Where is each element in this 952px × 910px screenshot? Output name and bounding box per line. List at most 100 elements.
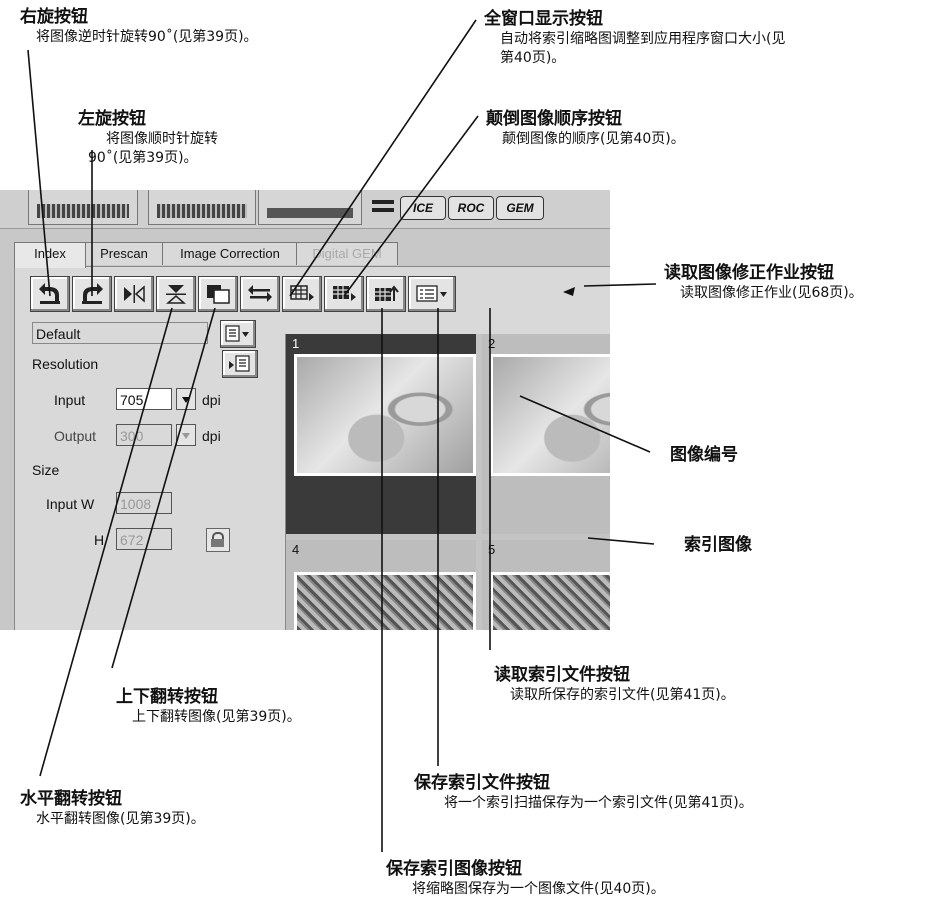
image-number: 1 [292,336,300,351]
graph-icon [37,204,129,218]
annotation-title: 左旋按钮 [78,109,146,129]
full-window-icon [207,285,230,304]
annotation-desc: 将一个索引扫描保存为一个索引文件(见第41页)。 [444,795,753,811]
annotation-load-index-file: 读取索引文件按钮 读取所保存的索引文件(见第41页)。 [494,664,735,705]
rotate-right-icon [82,283,103,304]
image-number: 2 [488,336,496,351]
input-resolution-field[interactable]: 705 [116,388,172,410]
save-index-file-icon [333,286,356,301]
annotation-desc: 将图像逆时针旋转90˚(见第39页)。 [36,29,258,45]
apply-list-icon [229,355,250,372]
annotation-rotate-left: 左旋按钮 将图像顺时针旋转 90˚(见第39页)。 [78,108,218,168]
index-image [294,354,476,476]
preset-menu-button[interactable] [220,320,256,348]
scanner-software-screenshot: ICE ROC GEM Index Prescan Image Correcti… [0,190,952,630]
save-index-image-button[interactable] [282,276,322,312]
load-index-file-button[interactable] [366,276,406,312]
reverse-order-button[interactable] [240,276,280,312]
output-resolution-dropdown[interactable] [176,424,196,446]
flip-vertical-icon [166,285,186,304]
output-unit-label: dpi [202,428,221,444]
tab-image-correction[interactable]: Image Correction [162,242,298,265]
thumbnail-frame[interactable]: 5 [482,540,610,630]
height-field[interactable]: 672 [116,528,172,550]
index-image [294,572,476,630]
output-resolution-label: Output [54,428,97,444]
toolbar-tab-button[interactable] [148,190,256,225]
input-resolution-label: Input [54,392,86,408]
tab-index[interactable]: Index [14,242,86,268]
rotate-right-button[interactable] [72,276,112,312]
top-toolbar: ICE ROC GEM [0,190,610,229]
annotation-desc: 第40页)。 [500,50,566,66]
apply-settings-button[interactable] [222,350,258,378]
annotation-title: 保存索引图像按钮 [386,859,522,879]
index-image [490,572,610,630]
equals-icon[interactable] [372,198,394,216]
annotation-title: 右旋按钮 [20,7,88,27]
toolbar-tab-button[interactable] [258,190,362,225]
index-thumbnail-grid: 1 2 4 5 [285,334,610,630]
annotation-rotate-right: 右旋按钮 将图像逆时针旋转90˚(见第39页)。 [20,6,258,47]
flip-vertical-button[interactable] [156,276,196,312]
height-label: H [94,532,105,548]
thumbnail-frame[interactable]: 2 [482,334,610,534]
output-resolution-field[interactable]: 300 [116,424,172,446]
annotation-title: 保存索引文件按钮 [414,773,550,793]
tab-prescan[interactable]: Prescan [84,242,164,265]
annotation-flip-horizontal: 水平翻转按钮 水平翻转图像(见第39页)。 [20,788,205,829]
aspect-lock-icon[interactable] [206,528,230,552]
histogram-icon [157,204,247,218]
annotation-desc: 自动将索引缩略图调整到应用程序窗口大小(见 [500,31,786,47]
annotation-title: 全窗口显示按钮 [484,9,603,29]
annotation-reverse-order: 颠倒图像顺序按钮 颠倒图像的顺序(见第40页)。 [486,108,685,149]
annotation-title: 读取索引文件按钮 [494,665,630,685]
annotation-full-window: 全窗口显示按钮 自动将索引缩略图调整到应用程序窗口大小(见 第40页)。 [484,8,785,68]
image-number: 4 [292,542,300,557]
gradient-icon [267,208,353,218]
load-index-file-icon [375,285,399,301]
rotate-left-button[interactable] [30,276,70,312]
annotation-desc: 将图像顺时针旋转 [106,131,218,147]
preset-field[interactable]: Default [32,322,208,344]
annotation-title: 上下翻转按钮 [116,687,218,707]
size-label: Size [32,462,60,478]
rotate-left-icon [39,283,60,304]
input-resolution-dropdown[interactable] [176,388,196,410]
thumbnail-frame[interactable]: 4 [286,540,476,630]
annotation-flip-vertical: 上下翻转按钮 上下翻转图像(见第39页)。 [116,686,301,727]
settings-panel: Default Resolution Input 705 dpi Output … [16,316,268,630]
annotation-save-index-file: 保存索引文件按钮 将一个索引扫描保存为一个索引文件(见第41页)。 [414,772,753,813]
flip-horizontal-icon [124,285,145,303]
toolbar-tab-button[interactable] [28,190,138,225]
roc-button[interactable]: ROC [448,196,494,220]
image-number: 5 [488,542,496,557]
input-unit-label: dpi [202,392,221,408]
width-label: Input W [46,496,95,512]
annotation-desc: 读取所保存的索引文件(见第41页)。 [510,687,735,703]
save-index-file-button[interactable] [324,276,364,312]
annotation-desc: 上下翻转图像(见第39页)。 [132,709,301,725]
gem-button[interactable]: GEM [496,196,544,220]
flip-horizontal-button[interactable] [114,276,154,312]
list-menu-icon [225,325,249,342]
annotation-save-index-image: 保存索引图像按钮 将缩略图保存为一个图像文件(见40页)。 [386,858,665,899]
annotation-desc: 颠倒图像的顺序(见第40页)。 [502,131,685,147]
load-correction-button[interactable] [408,276,456,312]
annotation-title: 颠倒图像顺序按钮 [486,109,622,129]
annotation-title: 水平翻转按钮 [20,789,122,809]
ice-button[interactable]: ICE [400,196,446,220]
reverse-order-icon [248,285,272,302]
tab-digital-gem[interactable]: Digital GEM [296,242,398,265]
full-window-button[interactable] [198,276,238,312]
resolution-label: Resolution [32,356,99,372]
thumbnail-frame[interactable]: 1 [286,334,476,534]
save-index-image-icon [290,285,314,301]
annotation-desc: 水平翻转图像(见第39页)。 [36,811,205,827]
annotation-desc: 90˚(见第39页)。 [88,150,198,166]
annotation-desc: 将缩略图保存为一个图像文件(见40页)。 [412,881,665,897]
width-field[interactable]: 1008 [116,492,172,514]
application-window: ICE ROC GEM Index Prescan Image Correcti… [0,190,610,630]
index-image [490,354,610,476]
load-correction-icon [416,285,447,302]
